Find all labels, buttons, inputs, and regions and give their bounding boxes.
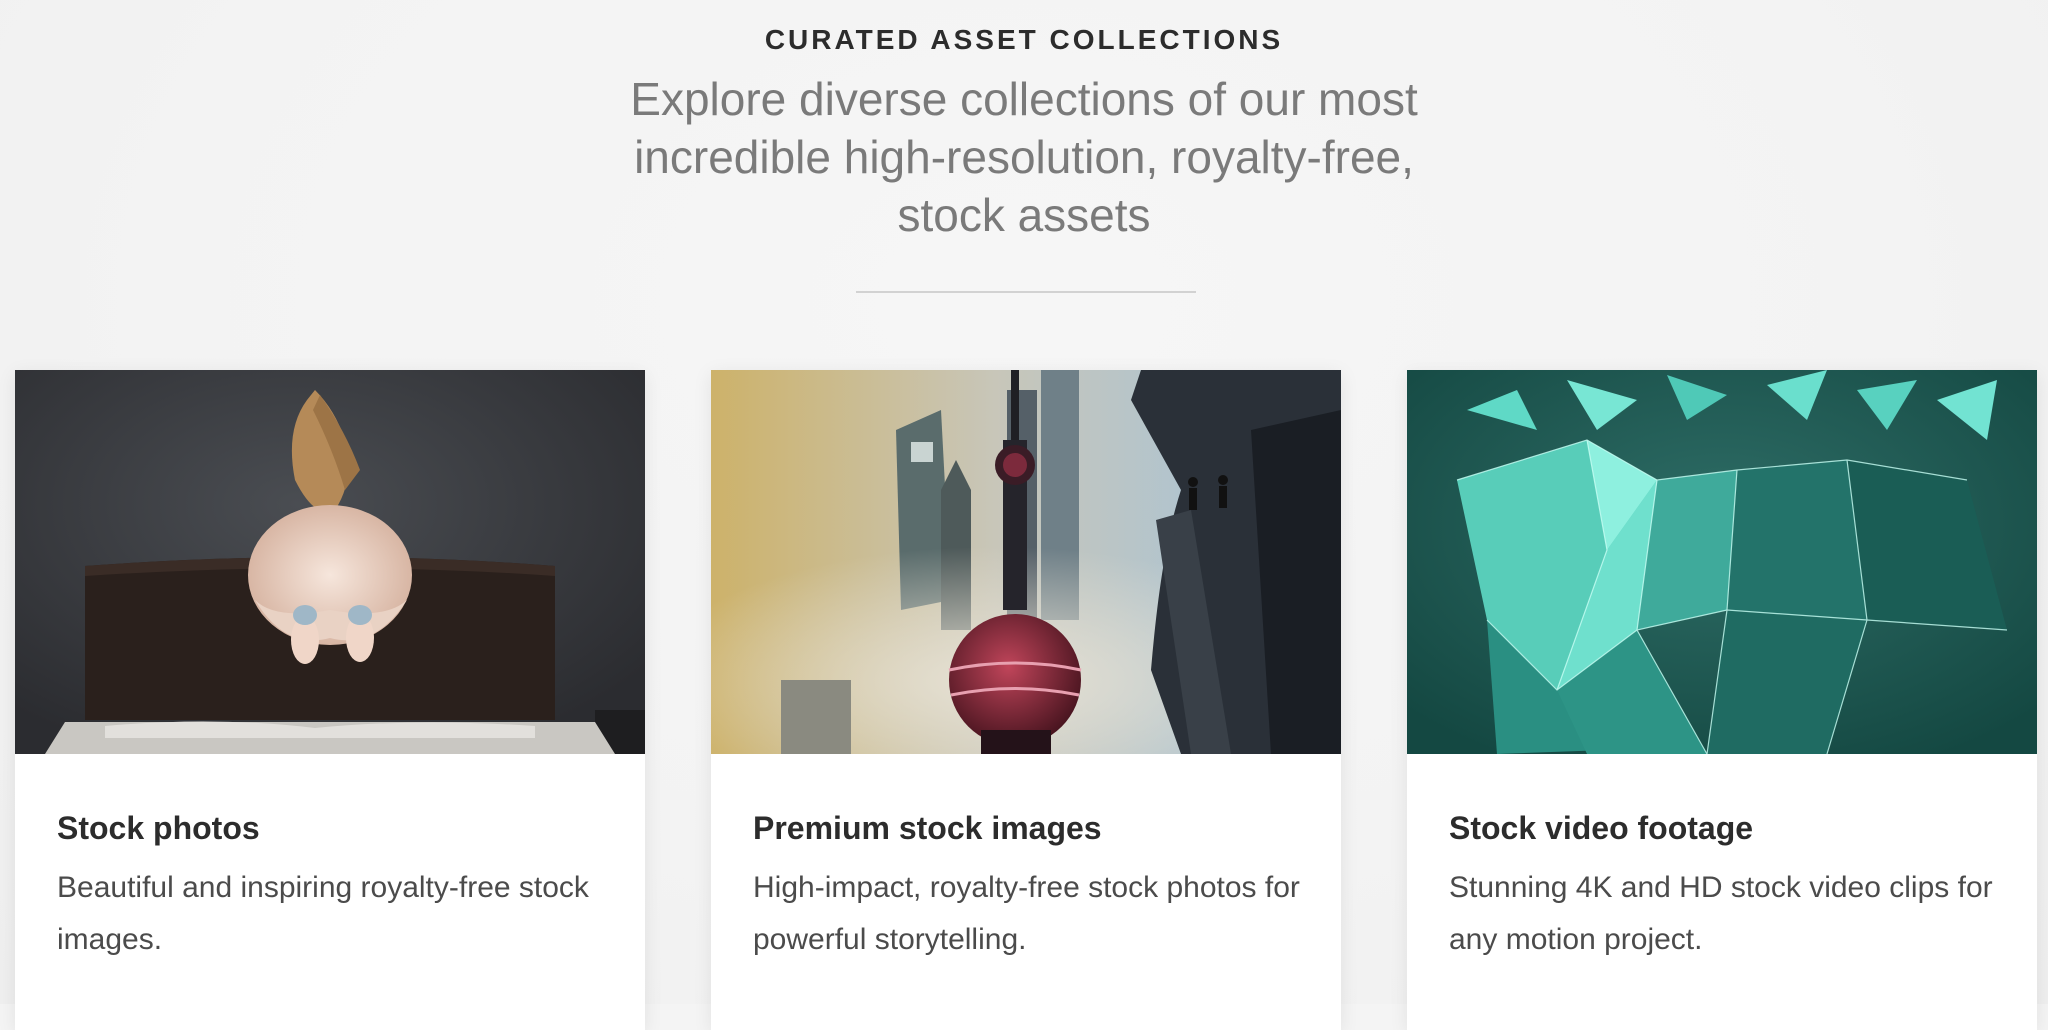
section-headline: Explore diverse collections of our most … bbox=[630, 73, 1418, 241]
card-title[interactable]: Stock photos bbox=[57, 810, 260, 847]
collection-card-stock-photos[interactable]: Stock photos Beautiful and inspiring roy… bbox=[15, 370, 645, 1030]
card-title[interactable]: Premium stock images bbox=[753, 810, 1102, 847]
page: CURATED ASSET COLLECTIONS Explore divers… bbox=[0, 0, 2048, 1030]
card-description: High-impact, royalty-free stock photos f… bbox=[753, 871, 1300, 956]
section-eyebrow: CURATED ASSET COLLECTIONS bbox=[764, 24, 1284, 55]
city-tower-photo[interactable] bbox=[711, 370, 1341, 754]
header-divider bbox=[856, 291, 1196, 293]
card-title[interactable]: Stock video footage bbox=[1449, 810, 1753, 847]
polygon-face-photo[interactable] bbox=[1407, 370, 2037, 754]
card-description: Stunning 4K and HD stock video clips for… bbox=[1449, 871, 1993, 956]
jumping-girl-photo[interactable] bbox=[15, 370, 645, 754]
card-description: Beautiful and inspiring royalty-free sto… bbox=[57, 871, 589, 956]
collection-card-stock-video-footage[interactable]: Stock video footage Stunning 4K and HD s… bbox=[1407, 370, 2037, 1030]
collection-card-premium-stock-images[interactable]: Premium stock images High-impact, royalt… bbox=[711, 370, 1341, 1030]
